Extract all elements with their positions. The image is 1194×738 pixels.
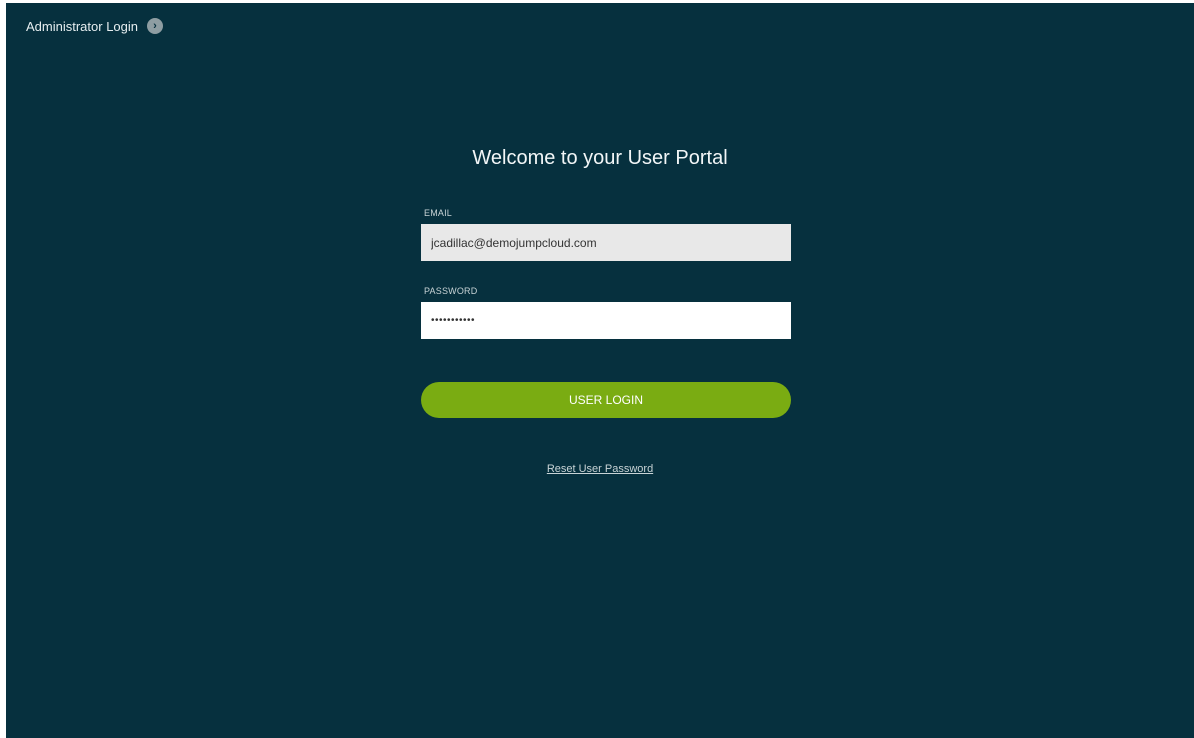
- administrator-login-label: Administrator Login: [26, 18, 138, 34]
- administrator-login-link[interactable]: Administrator Login ›: [26, 18, 163, 34]
- user-login-button[interactable]: USER LOGIN: [421, 382, 791, 418]
- page-title: Welcome to your User Portal: [472, 147, 728, 169]
- reset-password-link[interactable]: Reset User Password: [6, 463, 1194, 475]
- login-page: Administrator Login › Welcome to your Us…: [6, 3, 1194, 738]
- password-label: PASSWORD: [424, 286, 478, 296]
- chevron-right-circle-icon: ›: [147, 18, 163, 34]
- password-field[interactable]: [421, 302, 791, 339]
- email-field[interactable]: [421, 224, 791, 261]
- email-label: EMAIL: [424, 208, 453, 218]
